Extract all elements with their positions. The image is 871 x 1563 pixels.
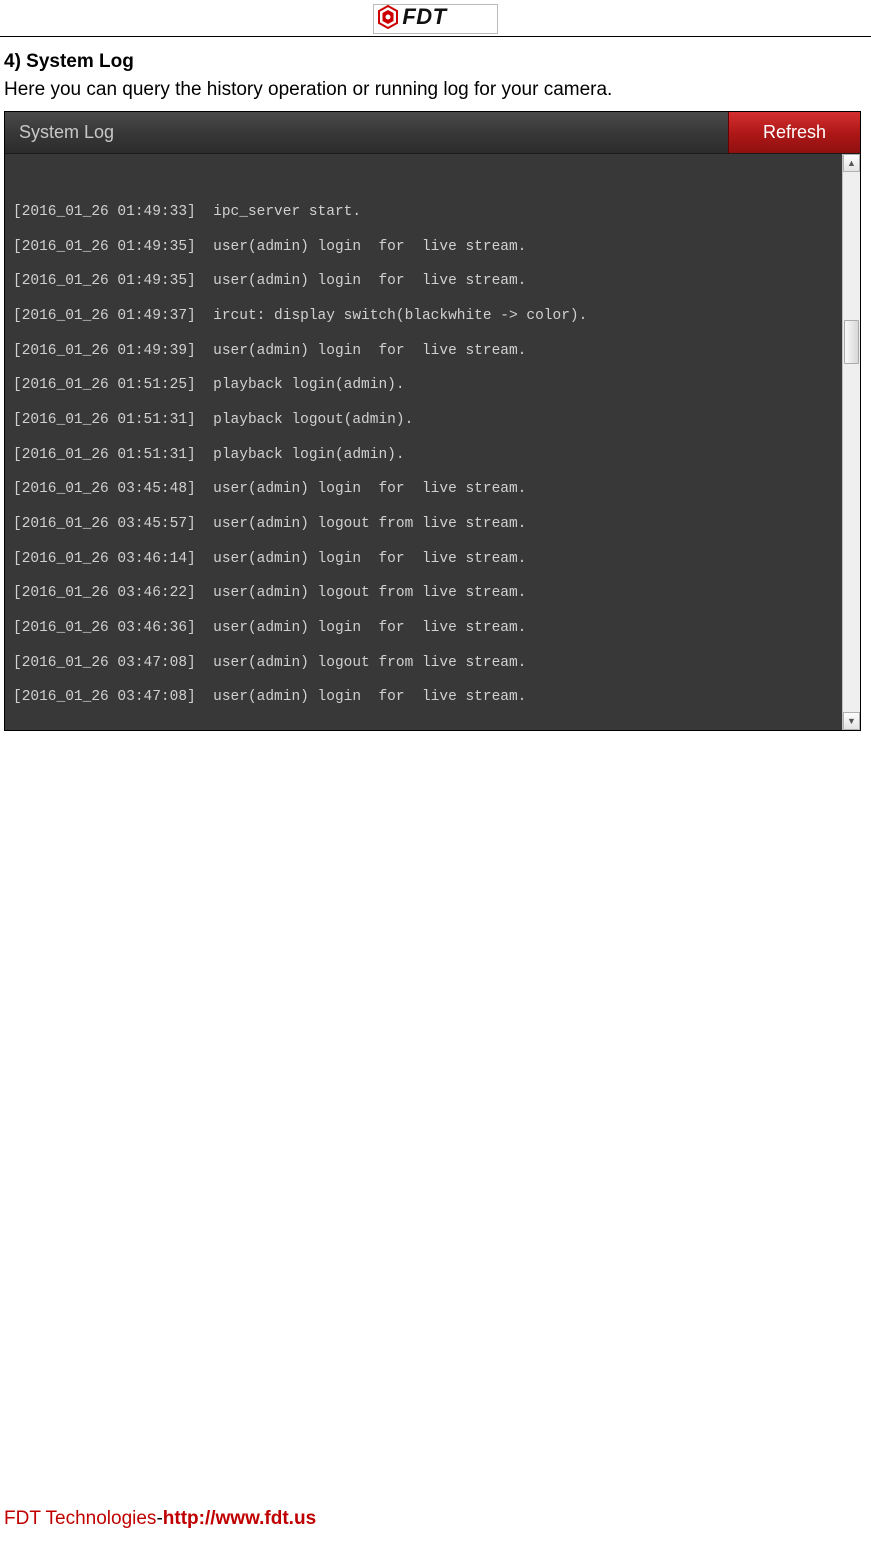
log-line: [2016_01_26 03:46:22] user(admin) logout… — [13, 585, 834, 602]
log-body-wrap: [2016_01_26 01:49:33] ipc_server start. [… — [5, 154, 860, 730]
footer-company: FDT Technologies — [4, 1508, 156, 1529]
section-description: Here you can query the history operation… — [4, 79, 867, 101]
log-line: [2016_01_26 01:51:31] playback login(adm… — [13, 447, 834, 464]
log-line: [2016_01_26 01:49:35] user(admin) login … — [13, 273, 834, 290]
system-log-panel: System Log Refresh [2016_01_26 01:49:33]… — [4, 111, 861, 731]
log-line: [2016_01_26 01:49:37] ircut: display swi… — [13, 308, 834, 325]
log-line: [2016_01_26 03:45:57] user(admin) logout… — [13, 516, 834, 533]
refresh-button[interactable]: Refresh — [728, 112, 860, 153]
footer: FDT Technologies-http://www.fdt.us — [4, 1508, 316, 1530]
log-line: [2016_01_26 03:46:14] user(admin) login … — [13, 551, 834, 568]
logo-text: FDT — [402, 6, 446, 28]
log-line: [2016_01_26 03:46:36] user(admin) login … — [13, 620, 834, 637]
log-line: [2016_01_26 03:47:08] user(admin) logout… — [13, 655, 834, 672]
page-header: FDT — [0, 0, 871, 37]
log-line: [2016_01_26 03:45:48] user(admin) login … — [13, 481, 834, 498]
log-line: [2016_01_26 01:49:33] ipc_server start. — [13, 204, 834, 221]
section-heading: 4) System Log — [4, 51, 867, 73]
scrollbar[interactable]: ▲ ▼ — [842, 154, 860, 730]
log-line: [2016_01_26 01:51:25] playback login(adm… — [13, 377, 834, 394]
scroll-track[interactable] — [843, 172, 860, 712]
logo: FDT — [376, 5, 446, 29]
log-line: [2016_01_26 01:49:39] user(admin) login … — [13, 343, 834, 360]
log-line: [2016_01_26 01:51:31] playback logout(ad… — [13, 412, 834, 429]
scroll-up-icon[interactable]: ▲ — [843, 154, 860, 172]
log-title: System Log — [5, 112, 728, 153]
fdt-logo-icon — [376, 5, 400, 29]
log-line: [2016_01_26 03:47:08] user(admin) login … — [13, 689, 834, 706]
log-line: [2016_01_26 01:49:35] user(admin) login … — [13, 239, 834, 256]
log-header: System Log Refresh — [5, 112, 860, 154]
content: 4) System Log Here you can query the his… — [0, 37, 871, 731]
logo-container: FDT — [373, 4, 497, 34]
scroll-thumb[interactable] — [844, 320, 859, 364]
scroll-down-icon[interactable]: ▼ — [843, 712, 860, 730]
log-body: [2016_01_26 01:49:33] ipc_server start. [… — [5, 154, 842, 730]
footer-url[interactable]: http://www.fdt.us — [163, 1508, 316, 1529]
